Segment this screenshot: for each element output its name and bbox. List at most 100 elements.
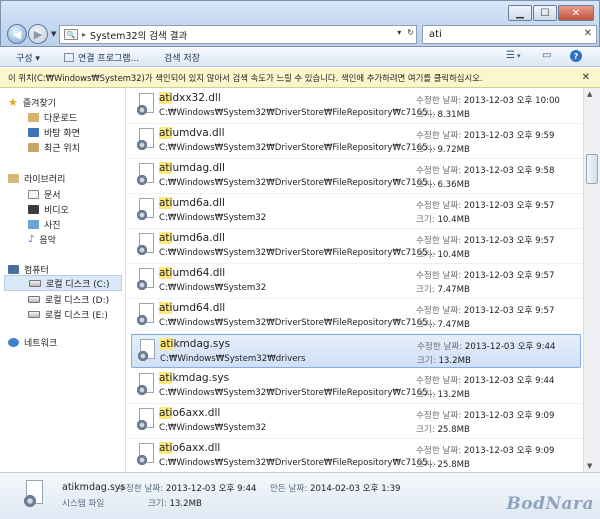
file-modified-date: 수정한 날짜: 2013-12-03 오후 9:57: [416, 304, 554, 316]
file-row[interactable]: atiumdva.dll C:₩Windows₩System32₩DriverSt…: [131, 124, 581, 158]
save-search-button[interactable]: 검색 저장: [164, 51, 200, 64]
date-label: 수정한 날짜:: [416, 306, 462, 316]
pictures-icon: [28, 220, 39, 229]
videos-icon: [28, 205, 39, 214]
size-label: 크기:: [416, 320, 435, 330]
file-name-rest: o6axx.dll: [172, 407, 221, 419]
sidebar-group-favorites[interactable]: ★ 즐겨찾기: [8, 96, 56, 109]
size-value: 7.47MB: [437, 285, 470, 295]
file-path: C:₩Windows₩System32₩DriverStore₩FileRepo…: [159, 318, 436, 328]
file-icon: [133, 161, 159, 189]
file-icon: [133, 301, 159, 329]
date-label: 수정한 날짜:: [416, 96, 462, 106]
help-button[interactable]: ?: [570, 50, 582, 62]
file-row[interactable]: atiumd6a.dll C:₩Windows₩System32 수정한 날짜: 2…: [131, 194, 581, 228]
file-name-rest: o6axx.dll: [172, 442, 221, 454]
refresh-icon[interactable]: ↻: [407, 28, 414, 37]
sidebar-item-desktop[interactable]: 바탕 화면: [28, 126, 80, 139]
size-label: 크기:: [416, 425, 435, 435]
date-value: 2013-12-03 오후 10:00: [463, 96, 560, 106]
search-input[interactable]: ati ✕: [422, 25, 597, 44]
sidebar-item-drive-c[interactable]: 로컬 디스크 (C:): [4, 275, 122, 291]
file-row[interactable]: atiumd64.dll C:₩Windows₩System32 수정한 날짜: 2…: [131, 264, 581, 298]
scroll-down-icon[interactable]: ▼: [587, 462, 592, 470]
music-icon: ♪: [28, 234, 35, 245]
sidebar-item-music[interactable]: ♪ 음악: [28, 233, 56, 246]
preview-pane-button[interactable]: ▭: [542, 50, 551, 61]
size-label: 크기:: [416, 285, 435, 295]
close-infobar-icon[interactable]: ✕: [582, 72, 590, 83]
size-label: 크기:: [416, 390, 435, 400]
file-name: atiumd6a.dll: [159, 232, 225, 244]
address-path[interactable]: System32의 검색 결과: [90, 28, 187, 42]
file-modified-date: 수정한 날짜: 2013-12-03 오후 9:57: [416, 234, 554, 246]
sidebar-item-label: 문서: [44, 191, 61, 201]
command-bar: 구성 ▾ 연결 프로그램... 검색 저장 ☰ ▾ ▭ ?: [0, 47, 600, 67]
sidebar-item-documents[interactable]: 문서: [28, 188, 61, 201]
maximize-button[interactable]: ☐: [533, 5, 557, 21]
file-name-rest: umd6a.dll: [172, 232, 225, 244]
sidebar-item-videos[interactable]: 비디오: [28, 203, 69, 216]
view-icon: ☰: [506, 50, 515, 61]
details-pane: atikmdag.sys 시스템 파일 수정한 날짜: 2013-12-03 오…: [0, 472, 600, 519]
recent-pages-dropdown-icon[interactable]: ▼: [51, 30, 56, 38]
size-value: 13.2MB: [437, 390, 470, 400]
desktop-icon: [28, 128, 39, 137]
file-row[interactable]: atio6axx.dll C:₩Windows₩System32₩DriverSt…: [131, 439, 581, 472]
file-row[interactable]: atiumd64.dll C:₩Windows₩System32₩DriverSt…: [131, 299, 581, 333]
navigation-pane: ★ 즐겨찾기 다운로드 바탕 화면 최근 위치 라이브러리 문서 비디오 사진 …: [0, 88, 126, 472]
file-name: atiumd64.dll: [159, 302, 225, 314]
address-bar[interactable]: 🔍 ▸ System32의 검색 결과 ▾ ↻: [59, 25, 417, 44]
view-dropdown-icon: ▾: [516, 51, 521, 60]
vertical-scrollbar[interactable]: ▲ ▼: [583, 88, 600, 472]
sidebar-item-drive-d[interactable]: 로컬 디스크 (D:): [28, 293, 109, 306]
file-path: C:₩Windows₩System32: [159, 423, 267, 433]
file-path: C:₩Windows₩System32₩DriverStore₩FileRepo…: [159, 458, 436, 468]
sidebar-item-drive-e[interactable]: 로컬 디스크 (E:): [28, 308, 108, 321]
file-row[interactable]: atiumdag.dll C:₩Windows₩System32₩DriverSt…: [131, 159, 581, 193]
sidebar-item-downloads[interactable]: 다운로드: [28, 111, 77, 124]
forward-button[interactable]: ▶: [28, 24, 48, 44]
minimize-button[interactable]: ▁: [508, 5, 532, 21]
index-warning-bar[interactable]: 이 위치(C:₩Windows₩System32)가 색인되어 있지 않아서 검…: [0, 68, 600, 88]
scroll-up-icon[interactable]: ▲: [587, 90, 592, 98]
file-path: C:₩Windows₩System32₩DriverStore₩FileRepo…: [159, 178, 436, 188]
file-icon: [133, 196, 159, 224]
file-row[interactable]: atiumd6a.dll C:₩Windows₩System32₩DriverSt…: [131, 229, 581, 263]
sidebar-group-network[interactable]: 네트워크: [8, 336, 57, 349]
breadcrumb-chevron-icon[interactable]: ▸: [82, 30, 86, 39]
drive-icon: [29, 279, 41, 287]
search-results-list[interactable]: atidxx32.dll C:₩Windows₩System32₩DriverSt…: [127, 88, 583, 472]
details-created-label: 만든 날짜:: [270, 484, 308, 494]
change-view-button[interactable]: ☰ ▾: [506, 50, 520, 61]
file-row[interactable]: atikmdag.sys C:₩Windows₩System32₩drivers 수…: [131, 334, 581, 368]
file-name: atiumd6a.dll: [159, 197, 225, 209]
close-button[interactable]: ✕: [558, 5, 594, 21]
sidebar-group-libraries[interactable]: 라이브러리: [8, 172, 65, 185]
sidebar-item-pictures[interactable]: 사진: [28, 218, 61, 231]
file-row[interactable]: atidxx32.dll C:₩Windows₩System32₩DriverSt…: [131, 89, 581, 123]
sidebar-item-recent-places[interactable]: 최근 위치: [28, 141, 80, 154]
star-icon: ★: [8, 96, 18, 109]
sidebar-item-label: 로컬 디스크 (E:): [45, 311, 108, 321]
file-size: 크기: 13.2MB: [417, 354, 471, 366]
file-path: C:₩Windows₩System32₩drivers: [160, 354, 306, 364]
back-button[interactable]: ◀: [7, 24, 27, 44]
file-modified-date: 수정한 날짜: 2013-12-03 오후 9:58: [416, 164, 554, 176]
sidebar-group-label: 네트워크: [24, 339, 58, 349]
open-with-label: 연결 프로그램...: [78, 54, 140, 64]
save-search-label: 검색 저장: [164, 54, 200, 64]
file-icon: [133, 231, 159, 259]
downloads-folder-icon: [28, 113, 39, 122]
open-with-button[interactable]: 연결 프로그램...: [64, 51, 139, 64]
organize-button[interactable]: 구성 ▾: [16, 51, 40, 64]
clear-search-icon[interactable]: ✕: [584, 28, 592, 39]
file-modified-date: 수정한 날짜: 2013-12-03 오후 10:00: [416, 94, 560, 106]
file-row[interactable]: atio6axx.dll C:₩Windows₩System32 수정한 날짜: 2…: [131, 404, 581, 438]
address-dropdown-icon[interactable]: ▾: [397, 28, 401, 37]
file-row[interactable]: atikmdag.sys C:₩Windows₩System32₩DriverSt…: [131, 369, 581, 403]
search-folder-icon: 🔍: [64, 29, 78, 40]
scrollbar-thumb[interactable]: [586, 154, 598, 184]
size-value: 10.4MB: [437, 215, 470, 225]
search-value[interactable]: ati: [429, 29, 442, 40]
